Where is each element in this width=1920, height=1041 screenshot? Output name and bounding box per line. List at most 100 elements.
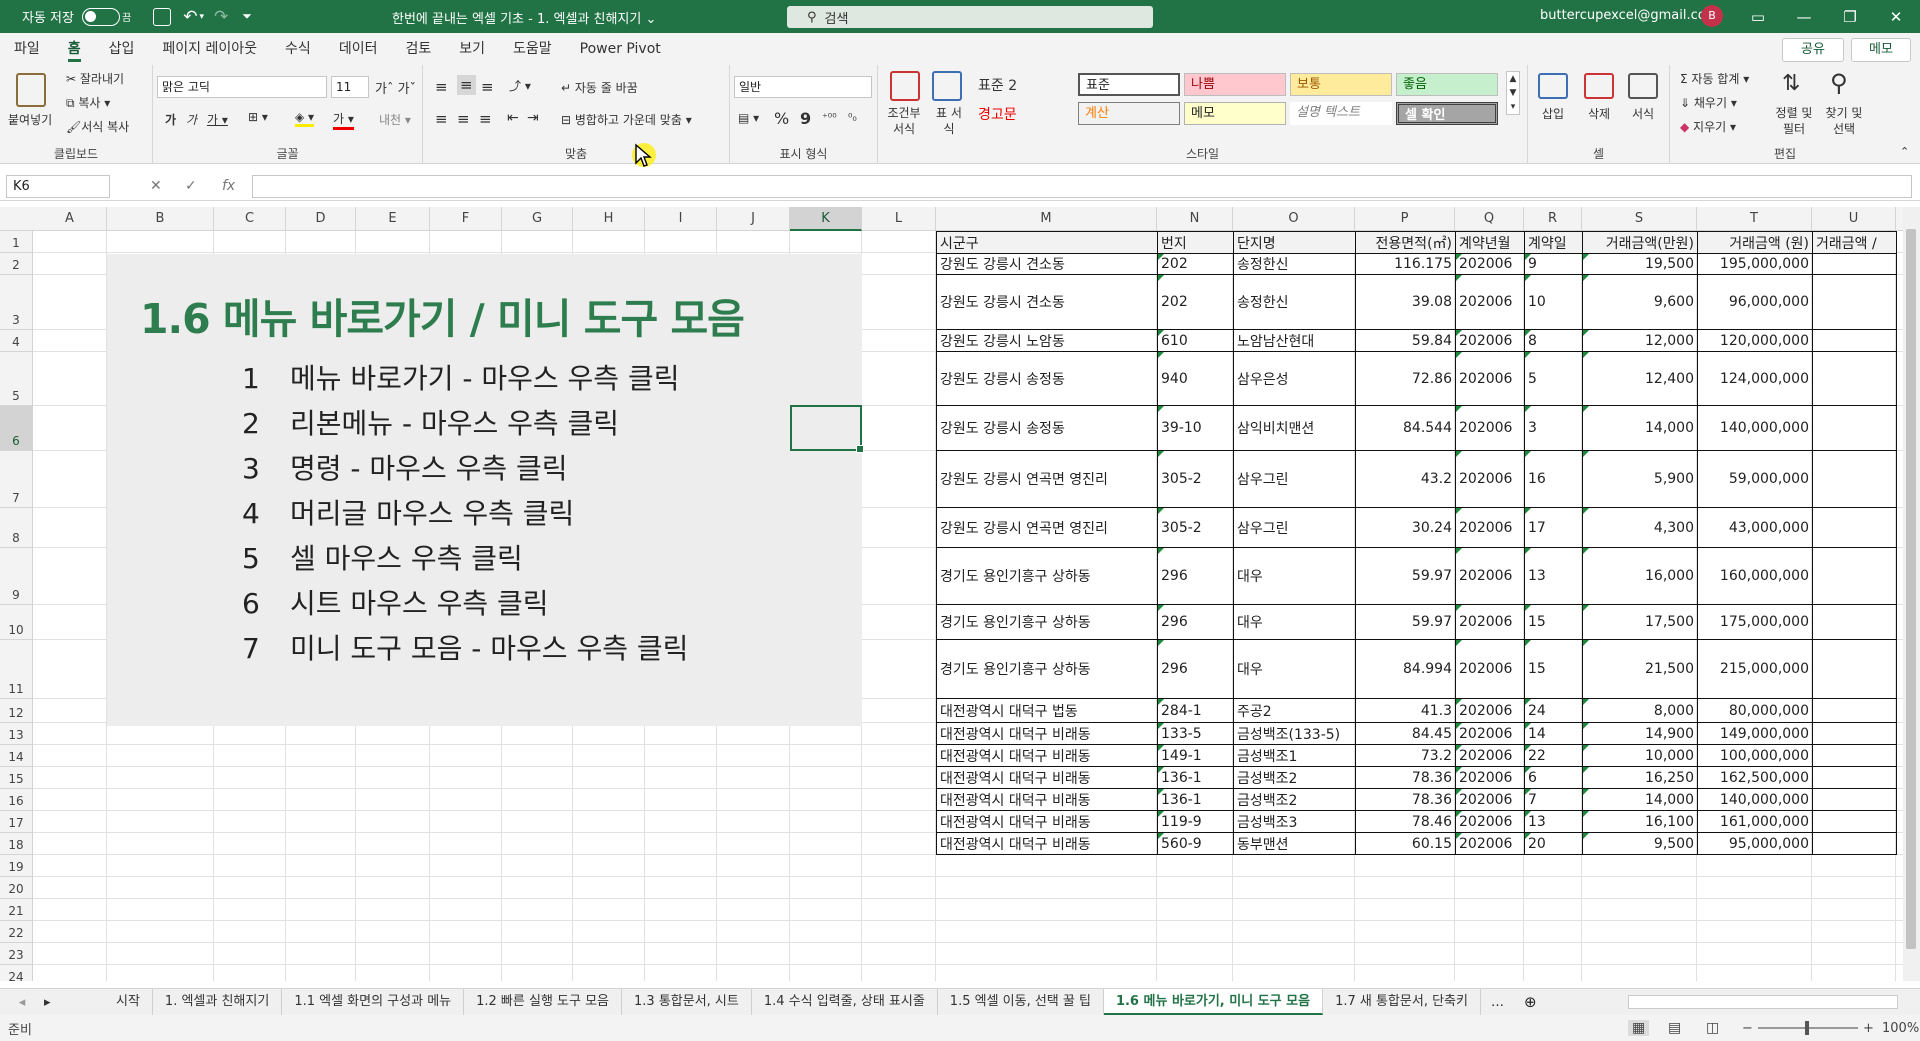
decrease-decimal-icon[interactable]: ⁰₀ (848, 111, 857, 124)
tab-formulas[interactable]: 수식 (271, 33, 325, 65)
fill-button[interactable]: ⇓ 채우기 ▾ (1680, 94, 1737, 111)
table-cell[interactable]: 대전광역시 대덕구 법동 (936, 698, 1158, 723)
table-cell[interactable]: 202006 (1455, 351, 1525, 406)
row-header-23[interactable]: 23 (0, 943, 33, 965)
add-sheet-icon[interactable]: ⊕ (1524, 993, 1537, 1011)
number-format-select[interactable]: 일반 (734, 76, 872, 98)
table-cell[interactable]: 금성백조(133-5) (1233, 722, 1356, 745)
paste-button[interactable]: 붙여넣기 (8, 111, 52, 128)
column-header-n[interactable]: N (1157, 207, 1233, 231)
table-cell[interactable]: 133-5 (1157, 722, 1234, 745)
row-header-13[interactable]: 13 (0, 723, 33, 745)
table-cell[interactable]: 노암남산현대 (1233, 329, 1356, 352)
close-icon[interactable]: ✕ (1873, 5, 1919, 29)
font-size-select[interactable]: 11 (331, 76, 369, 98)
table-header-cell[interactable]: 거래금액 (원) (1697, 231, 1813, 254)
table-cell[interactable]: 대우 (1233, 639, 1356, 699)
style-name-current[interactable]: 표준 2 (978, 75, 1017, 95)
style-normal[interactable]: 표준 (1078, 73, 1180, 96)
table-cell[interactable]: 5,900 (1582, 450, 1698, 508)
insert-cells-icon[interactable] (1538, 73, 1568, 99)
table-cell[interactable]: 72.86 (1355, 351, 1456, 406)
column-header-p[interactable]: P (1355, 207, 1455, 231)
table-cell[interactable]: 202006 (1455, 639, 1525, 699)
table-cell[interactable]: 78.46 (1355, 810, 1456, 833)
table-cell[interactable]: 78.36 (1355, 788, 1456, 811)
cut-button[interactable]: ✂ 잘라내기 (66, 70, 124, 87)
more-sheets-icon[interactable]: … (1491, 995, 1504, 1010)
tab-power-pivot[interactable]: Power Pivot (566, 33, 675, 65)
table-cell[interactable]: 80,000,000 (1697, 698, 1813, 723)
table-header-cell[interactable]: 전용면적(㎡) (1355, 231, 1456, 254)
table-cell[interactable]: 202006 (1455, 744, 1525, 767)
zoom-slider-thumb[interactable] (1805, 1021, 1809, 1035)
minimize-icon[interactable]: — (1781, 5, 1827, 29)
row-header-19[interactable]: 19 (0, 855, 33, 877)
font-color-icon[interactable]: 가 ▾ (333, 110, 354, 130)
style-neutral[interactable]: 보통 (1290, 73, 1392, 96)
vertical-scrollbar[interactable] (1903, 207, 1920, 981)
style-good[interactable]: 좋음 (1396, 73, 1498, 96)
column-header-k[interactable]: K (790, 207, 862, 231)
table-cell[interactable]: 140,000,000 (1697, 788, 1813, 811)
phonetic-icon[interactable]: 내천 ▾ (379, 111, 411, 128)
table-header-cell[interactable]: 계약년월 (1455, 231, 1525, 254)
align-right-icon[interactable]: ≡ (479, 110, 492, 128)
table-cell[interactable]: 940 (1157, 351, 1234, 406)
table-cell[interactable]: 강원도 강릉시 연곡면 영진리 (936, 450, 1158, 508)
table-cell[interactable]: 9 (1524, 253, 1583, 275)
row-header-10[interactable]: 10 (0, 605, 33, 640)
table-cell[interactable]: 124,000,000 (1697, 351, 1813, 406)
table-cell[interactable]: 17,500 (1582, 604, 1698, 640)
account-email[interactable]: buttercupexcel@gmail.com (1540, 8, 1718, 23)
table-cell[interactable]: 202006 (1455, 253, 1525, 275)
decrease-indent-icon[interactable]: ⇤ (507, 110, 519, 126)
paste-icon[interactable] (16, 73, 46, 107)
column-header-d[interactable]: D (286, 207, 356, 231)
table-cell[interactable]: 4,300 (1582, 507, 1698, 548)
table-cell[interactable] (1812, 547, 1897, 605)
table-cell[interactable]: 3 (1524, 405, 1583, 451)
column-header-c[interactable]: C (214, 207, 286, 231)
table-cell[interactable]: 삼익비치맨션 (1233, 405, 1356, 451)
sheet-tab[interactable]: 1.1 엑셀 화면의 구성과 메뉴 (282, 989, 465, 1015)
table-cell[interactable]: 대전광역시 대덕구 비래동 (936, 766, 1158, 789)
table-cell[interactable]: 대전광역시 대덕구 비래동 (936, 810, 1158, 833)
table-cell[interactable]: 14 (1524, 722, 1583, 745)
percent-icon[interactable]: % (774, 109, 789, 128)
table-cell[interactable]: 8 (1524, 329, 1583, 352)
table-cell[interactable]: 14,000 (1582, 788, 1698, 811)
table-cell[interactable]: 305-2 (1157, 450, 1234, 508)
table-cell[interactable]: 39-10 (1157, 405, 1234, 451)
table-cell[interactable]: 금성백조2 (1233, 766, 1356, 789)
table-cell[interactable]: 202006 (1455, 274, 1525, 330)
undo-icon[interactable]: ↶ (183, 7, 197, 27)
avatar[interactable]: B (1701, 5, 1723, 27)
table-header-cell[interactable]: 계약일 (1524, 231, 1583, 254)
format-cells-button[interactable]: 서식 (1632, 105, 1654, 122)
table-cell[interactable]: 296 (1157, 547, 1234, 605)
table-cell[interactable]: 대전광역시 대덕구 비래동 (936, 788, 1158, 811)
style-bad[interactable]: 나쁨 (1184, 73, 1286, 96)
table-cell[interactable]: 송정한신 (1233, 274, 1356, 330)
row-header-21[interactable]: 21 (0, 899, 33, 921)
table-header-cell[interactable]: 거래금액 / (1812, 231, 1897, 254)
tab-insert[interactable]: 삽입 (95, 33, 149, 65)
table-cell[interactable]: 경기도 용인기흥구 상하동 (936, 604, 1158, 640)
table-cell[interactable]: 10,000 (1582, 744, 1698, 767)
redo-icon[interactable]: ↷ (214, 7, 228, 27)
table-cell[interactable] (1812, 832, 1897, 855)
table-cell[interactable]: 140,000,000 (1697, 405, 1813, 451)
table-cell[interactable]: 161,000,000 (1697, 810, 1813, 833)
table-cell[interactable]: 60.15 (1355, 832, 1456, 855)
sheet-tab[interactable]: 1.5 엑셀 이동, 선택 꿀 팁 (938, 989, 1104, 1015)
style-calculation[interactable]: 계산 (1078, 102, 1180, 125)
sheet-tab[interactable]: 1.4 수식 입력줄, 상태 표시줄 (752, 989, 938, 1015)
column-header-h[interactable]: H (573, 207, 645, 231)
table-cell[interactable] (1812, 253, 1897, 275)
table-cell[interactable]: 삼우그린 (1233, 450, 1356, 508)
table-cell[interactable] (1812, 722, 1897, 745)
table-cell[interactable]: 202006 (1455, 405, 1525, 451)
table-cell[interactable]: 136-1 (1157, 766, 1234, 789)
row-header-8[interactable]: 8 (0, 508, 33, 548)
